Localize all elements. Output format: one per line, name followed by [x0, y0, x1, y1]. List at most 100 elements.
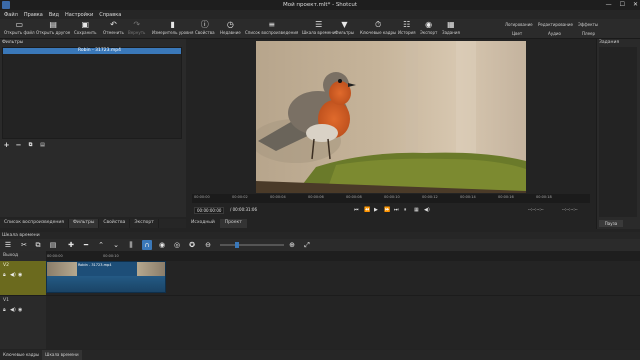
tab-timeline[interactable]: Шкала времени [42, 350, 82, 360]
window-title: Мой проект.mlt* - Shotcut [283, 2, 357, 8]
play-icon[interactable]: ▶ [374, 207, 378, 213]
copy-icon[interactable]: ⧉ [33, 240, 43, 250]
keyframes-button[interactable]: ⏱ Ключевые кадры [360, 20, 396, 35]
zoom-slider[interactable] [220, 242, 284, 248]
timeline-clip[interactable]: Robin - 31723.mp4 [46, 261, 166, 293]
robin-frame-image [256, 41, 526, 193]
pause-jobs-button[interactable]: Пауза [599, 220, 623, 227]
timeline-icon: ☰ [315, 20, 323, 29]
grid-icon[interactable]: ▦ [414, 207, 419, 213]
menu-settings[interactable]: Настройки [65, 12, 93, 18]
tab-keyframes[interactable]: Ключевые кадры [0, 350, 42, 360]
layout-player[interactable]: Плеер [582, 31, 595, 36]
lift-icon[interactable]: ⌃ [96, 240, 106, 250]
in-point: --:--:--:-- [528, 207, 544, 212]
zoom-in-icon[interactable]: ⊕ [287, 240, 297, 250]
v1-mute-icon[interactable]: ◀) [10, 307, 16, 313]
tab-filters[interactable]: Фильтры [69, 219, 100, 228]
layout-logging[interactable]: Логирование [505, 22, 533, 27]
layout-color[interactable]: Цвет [512, 31, 522, 36]
timeline-tracks[interactable]: 00:00:00 00:00:10 Robin - 31723.mp4 [46, 251, 640, 349]
jobs-list[interactable] [599, 47, 637, 217]
filter-list[interactable]: Robin - 31723.mp4 [2, 47, 182, 139]
jobs-button[interactable]: ▦ Задания [442, 20, 460, 35]
export-button[interactable]: ◉ Экспорт [420, 20, 437, 35]
v1-track-header[interactable]: V1 🔒︎ ◀) ◉ [0, 295, 46, 329]
layout-audio[interactable]: Аудио [548, 31, 561, 36]
remove-icon[interactable]: ━ [81, 240, 91, 250]
v2-lock-icon[interactable]: 🔒︎ [3, 272, 6, 278]
menu-file[interactable]: Файл [4, 12, 18, 18]
current-clip-row[interactable]: Robin - 31723.mp4 [3, 48, 181, 54]
timeline-ruler[interactable]: 00:00:00 00:00:10 [46, 251, 640, 261]
add-filter-button[interactable]: + [3, 141, 10, 149]
remove-filter-button[interactable]: − [15, 141, 22, 149]
fast-forward-icon[interactable]: ⏩ [384, 207, 390, 213]
v2-track-header[interactable]: V2 🔒︎ ◀) ◉ [0, 261, 46, 295]
ripple-all-icon[interactable]: ✪ [187, 240, 197, 250]
menu-help[interactable]: Справка [99, 12, 121, 18]
minimize-button[interactable]: — [606, 1, 612, 8]
history-icon: ☷ [403, 20, 411, 29]
append-icon[interactable]: ✚ [66, 240, 76, 250]
save-button[interactable]: ▣ Сохранить [74, 20, 97, 35]
tab-source[interactable]: Исходный [186, 219, 220, 228]
video-preview[interactable] [256, 41, 526, 193]
rewind-icon[interactable]: ⏪ [364, 207, 370, 213]
undo-button[interactable]: ↶ Отменить [103, 20, 124, 35]
filters-panel: Фильтры Robin - 31723.mp4 + − ⧉ ▤ [0, 39, 186, 217]
timeline-button[interactable]: ☰ Шкала времени [302, 20, 335, 35]
overwrite-icon[interactable]: ⌄ [111, 240, 121, 250]
open-other-button[interactable]: ▤ Открыть другое [36, 20, 70, 35]
skip-previous-icon[interactable]: ⏮ [354, 207, 359, 213]
recent-button[interactable]: ◷ Недавние [220, 20, 241, 35]
layout-effects[interactable]: Эффекты [578, 22, 598, 27]
zoom-fit-icon[interactable]: ⤢ [302, 240, 312, 250]
paste-icon[interactable]: ▤ [48, 240, 58, 250]
v1-lock-icon[interactable]: 🔒︎ [3, 307, 6, 313]
v2-visibility-icon[interactable]: ◉ [18, 272, 22, 278]
menu-icon[interactable]: ☰ [3, 240, 13, 250]
split-icon[interactable]: ⫼ [126, 240, 136, 250]
skip-next-icon[interactable]: ⏭ [394, 207, 399, 213]
zoom-slider-handle[interactable] [235, 242, 239, 248]
zoom-out-icon[interactable]: ⊖ [203, 240, 213, 250]
tab-properties[interactable]: Свойства [99, 219, 131, 228]
layout-editing[interactable]: Редактирование [538, 22, 573, 27]
jobs-icon: ▦ [447, 20, 455, 29]
tab-export[interactable]: Экспорт [130, 219, 159, 228]
tab-project[interactable]: Проект [219, 219, 247, 228]
maximize-button[interactable]: ☐ [620, 1, 625, 8]
menu-bar: Файл Правка Вид Настройки Справка [0, 10, 640, 19]
jobs-header: Задания [599, 40, 620, 45]
v2-mute-icon[interactable]: ◀) [10, 272, 16, 278]
audio-meter-button[interactable]: ▮ Измеритель уровня [152, 20, 193, 35]
paste-filter-icon[interactable]: ▤ [39, 141, 46, 148]
close-button[interactable]: ✕ [633, 1, 638, 8]
properties-button[interactable]: ⓘ Свойства [195, 20, 215, 35]
v1-visibility-icon[interactable]: ◉ [18, 307, 22, 313]
volume-icon[interactable]: ◀) [424, 207, 430, 213]
ripple-icon[interactable]: ◎ [172, 240, 182, 250]
cut-icon[interactable]: ✂ [19, 240, 29, 250]
redo-button[interactable]: ↷ Вернуть [128, 20, 145, 35]
history-button[interactable]: ☷ История [398, 20, 416, 35]
pause-icon[interactable]: ⏸ [404, 207, 407, 213]
track-headers: Выход V2 🔒︎ ◀) ◉ V1 🔒︎ ◀) ◉ [0, 251, 46, 349]
menu-edit[interactable]: Правка [24, 12, 43, 18]
current-timecode[interactable]: 00:00:00:00 [194, 207, 225, 214]
keyframes-icon: ⏱ [374, 20, 382, 29]
timeline-toolbar: ☰ ✂ ⧉ ▤ ✚ ━ ⌃ ⌄ ⫼ ∩ ◉ ◎ ✪ ⊖ ⊕ ⤢ [0, 239, 640, 251]
open-file-button[interactable]: ▭ Открыть файл [4, 20, 35, 35]
playlist-button[interactable]: ≡ Список воспроизведения [245, 20, 298, 35]
copy-filter-icon[interactable]: ⧉ [27, 141, 34, 148]
snap-icon[interactable]: ∩ [142, 240, 152, 250]
scrub-icon[interactable]: ◉ [157, 240, 167, 250]
viewer-tabs: Исходный Проект [186, 219, 266, 228]
menu-view[interactable]: Вид [49, 12, 59, 18]
viewer-ruler[interactable]: 00:00:00 00:00:02 00:00:04 00:00:06 00:0… [192, 194, 590, 203]
filters-button[interactable]: ▼ Фильтры [335, 20, 354, 35]
recent-icon: ◷ [226, 20, 234, 29]
tab-playlist[interactable]: Список воспроизведения [0, 219, 70, 228]
total-duration: / 00:00:31:06 [230, 207, 258, 212]
